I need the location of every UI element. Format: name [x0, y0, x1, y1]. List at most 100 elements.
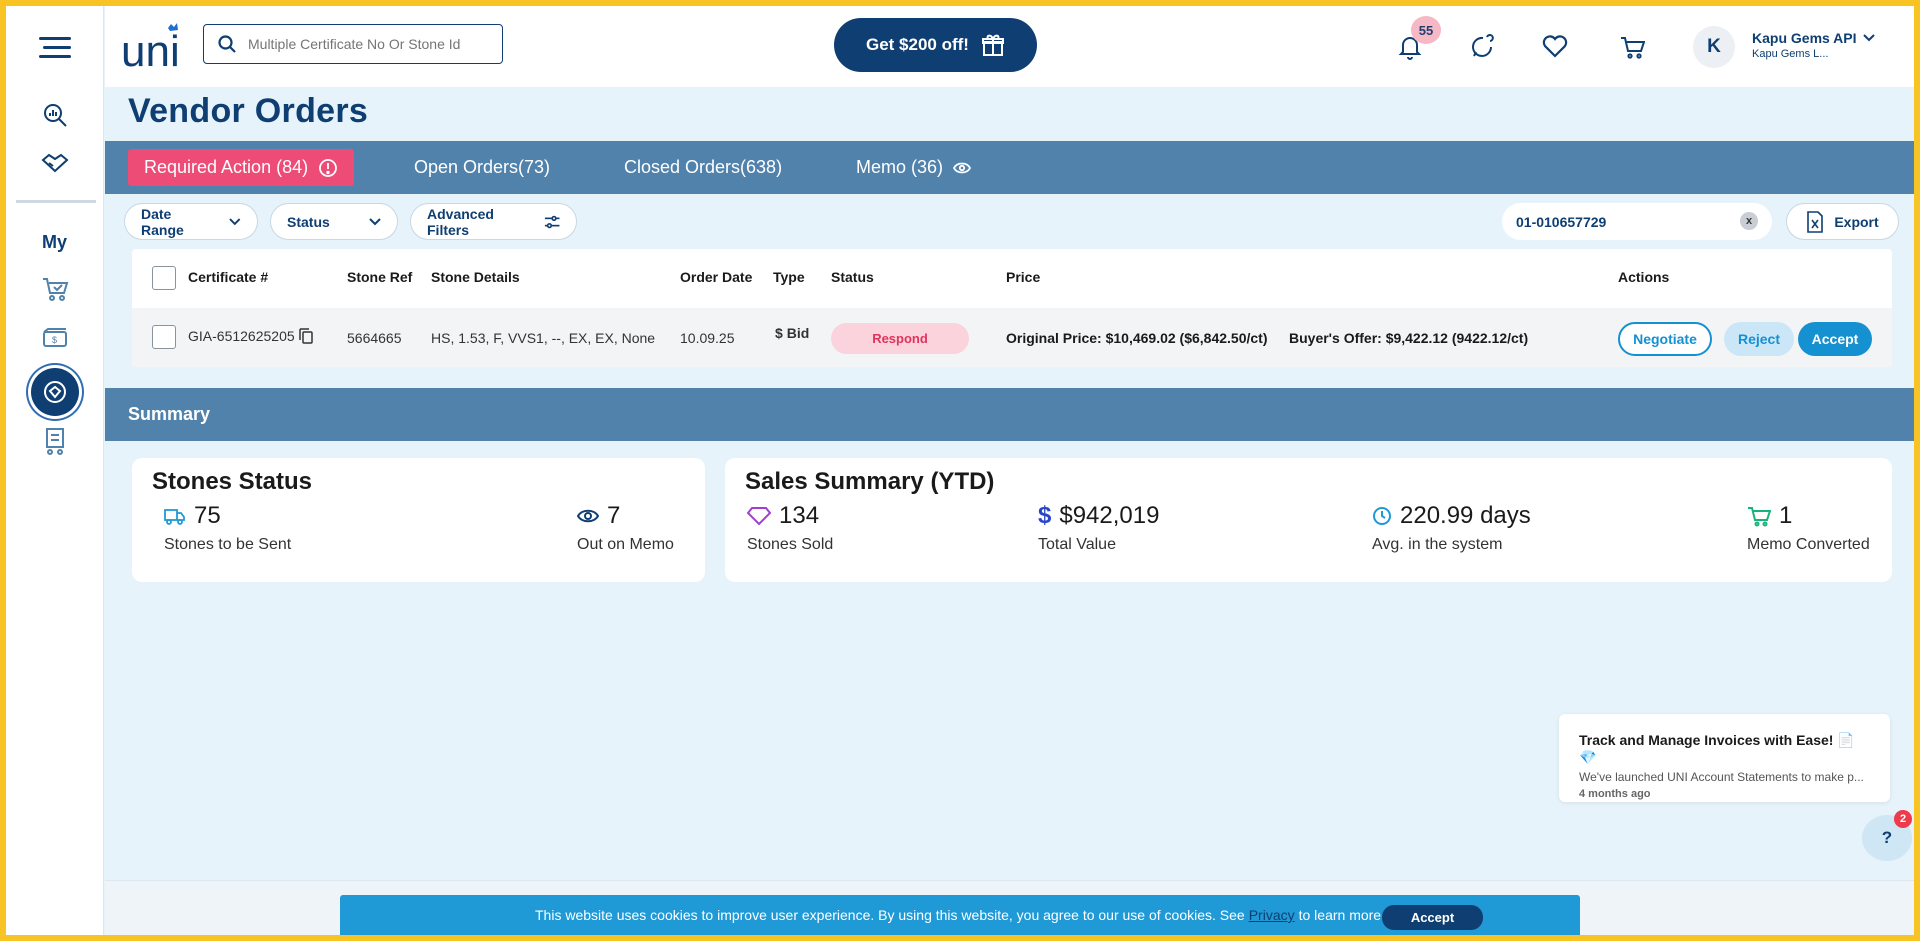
- hamburger-menu-icon[interactable]: [38, 36, 71, 60]
- uni-logo[interactable]: uni: [121, 22, 181, 76]
- search-analytics-icon[interactable]: [42, 102, 68, 128]
- tab-required-action[interactable]: Required Action (84): [128, 149, 355, 186]
- column-header: Stone Details: [431, 269, 520, 285]
- privacy-link[interactable]: Privacy: [1249, 907, 1295, 923]
- column-header: Stone Ref: [347, 269, 413, 285]
- advanced-filters-label: Advanced Filters: [427, 205, 494, 238]
- accept-button[interactable]: Accept: [1798, 322, 1872, 356]
- stat-value: 1: [1779, 502, 1793, 529]
- diamond-icon: [747, 507, 771, 526]
- column-header: Type: [773, 269, 805, 285]
- search-icon: [218, 35, 236, 53]
- receipt-cart-icon[interactable]: [43, 427, 67, 455]
- handshake-icon[interactable]: [40, 152, 69, 174]
- eye-icon: [953, 162, 972, 173]
- tab-memo[interactable]: Memo (36): [856, 149, 972, 186]
- export-label: Export: [1834, 213, 1879, 230]
- copy-icon[interactable]: [298, 328, 313, 344]
- sidebar: My $: [6, 6, 104, 935]
- sidebar-my-label: My: [41, 232, 67, 252]
- certificate-cell: GIA-6512625205: [188, 328, 313, 344]
- tab-label: Memo (36): [856, 157, 944, 177]
- dollar-icon: $: [775, 325, 783, 341]
- user-avatar[interactable]: K: [1693, 26, 1735, 68]
- sliders-icon: [544, 215, 560, 228]
- row-checkbox[interactable]: [152, 325, 176, 349]
- certificate-search-input[interactable]: [248, 36, 478, 52]
- stat-value: 75: [194, 502, 221, 529]
- column-header: Certificate #: [188, 269, 269, 285]
- buyer-offer: Buyer's Offer: $9,422.12 (9422.12/ct): [1289, 330, 1529, 346]
- stones-status-card: Stones Status 75 Stones to be Sent 7 Out…: [132, 458, 705, 582]
- orders-table: Certificate # Stone Ref Stone Details Or…: [132, 249, 1892, 367]
- stat-label: Out on Memo: [577, 536, 674, 553]
- stat-label: Stones to be Sent: [164, 536, 292, 553]
- promo-button[interactable]: Get $200 off!: [834, 18, 1037, 72]
- reject-button[interactable]: Reject: [1724, 322, 1794, 356]
- negotiate-button[interactable]: Negotiate: [1618, 322, 1712, 356]
- announcement-toast[interactable]: Track and Manage Invoices with Ease! 📄💎 …: [1559, 714, 1890, 802]
- memo-converted-stat: 1 Memo Converted: [1747, 502, 1870, 554]
- tab-closed-orders[interactable]: Closed Orders(638): [624, 149, 782, 186]
- clear-search-button[interactable]: x: [1740, 212, 1758, 230]
- stat-value: 134: [779, 502, 820, 529]
- column-header: Status: [831, 269, 874, 285]
- tab-open-orders[interactable]: Open Orders(73): [414, 149, 550, 186]
- order-search-field[interactable]: 01-010657729 x: [1502, 203, 1772, 240]
- excel-file-icon: [1807, 210, 1824, 233]
- toast-time: 4 months ago: [1579, 788, 1651, 800]
- total-value-stat: $ $942,019 Total Value: [1038, 502, 1159, 554]
- stat-value: 220.99 days: [1400, 502, 1531, 529]
- user-menu[interactable]: Kapu Gems API: [1752, 30, 1875, 46]
- original-price: Original Price: $10,469.02 ($6,842.50/ct…: [1006, 330, 1268, 346]
- user-company: Kapu Gems L...: [1752, 48, 1829, 60]
- certificate-search-box[interactable]: [203, 24, 503, 64]
- page-title: Vendor Orders: [128, 92, 369, 130]
- column-header: Actions: [1618, 269, 1670, 285]
- tab-label: Open Orders(73): [414, 157, 551, 177]
- avg-days-stat: 220.99 days Avg. in the system: [1372, 502, 1531, 554]
- cart-icon: [1748, 507, 1771, 527]
- stat-label: Total Value: [1038, 536, 1116, 553]
- table-row: GIA-6512625205 5664665 HS, 1.53, F, VVS1…: [132, 308, 1892, 367]
- cookie-suffix: to learn more.: [1298, 907, 1385, 923]
- notification-count-badge: 55: [1411, 16, 1441, 44]
- toast-title: Track and Manage Invoices with Ease! 📄💎: [1579, 732, 1855, 765]
- stones-sold-stat: 134 Stones Sold: [747, 502, 833, 554]
- certificate-number: GIA-6512625205: [188, 328, 295, 344]
- eye-icon: [577, 509, 599, 523]
- money-icon[interactable]: $: [42, 328, 68, 348]
- order-date: 10.09.25: [680, 330, 735, 346]
- sales-summary-card: Sales Summary (YTD) 134 Stones Sold $ $9…: [725, 458, 1892, 582]
- alert-circle-icon: [319, 158, 337, 177]
- chat-icon[interactable]: [1468, 32, 1498, 62]
- stat-value: 7: [607, 502, 621, 529]
- cookie-text: This website uses cookies to improve use…: [535, 907, 1245, 923]
- truck-icon: [164, 509, 185, 525]
- cart-check-icon[interactable]: [41, 276, 69, 302]
- order-type-label: Bid: [786, 325, 810, 341]
- heart-icon[interactable]: [1540, 32, 1570, 62]
- date-range-label: Date Range: [141, 205, 184, 238]
- help-badge: 2: [1894, 810, 1912, 828]
- select-all-checkbox[interactable]: [152, 266, 176, 290]
- dollar-icon: $: [1038, 502, 1052, 529]
- stat-label: Stones Sold: [747, 536, 834, 553]
- cookie-accept-button[interactable]: Accept: [1382, 905, 1483, 930]
- top-header: uni Get $200 off! 55 K Kapu Gems API Kap…: [105, 6, 1914, 87]
- out-on-memo-stat: 7 Out on Memo: [577, 502, 674, 554]
- stat-label: Memo Converted: [1747, 536, 1870, 553]
- cart-icon[interactable]: [1617, 32, 1647, 62]
- status-filter[interactable]: Status: [270, 203, 398, 240]
- vendor-orders-icon[interactable]: [30, 368, 79, 416]
- chevron-down-icon: [1862, 34, 1875, 42]
- svg-text:$: $: [52, 335, 57, 345]
- date-range-filter[interactable]: Date Range: [124, 203, 258, 240]
- column-header: Price: [1006, 269, 1041, 285]
- stone-ref: 5664665: [347, 330, 402, 346]
- clock-icon: [1373, 507, 1391, 525]
- card-title: Sales Summary (YTD): [745, 468, 995, 495]
- export-button[interactable]: Export: [1786, 203, 1899, 240]
- tab-label: Required Action (84): [144, 157, 309, 177]
- advanced-filters-button[interactable]: Advanced Filters: [410, 203, 577, 240]
